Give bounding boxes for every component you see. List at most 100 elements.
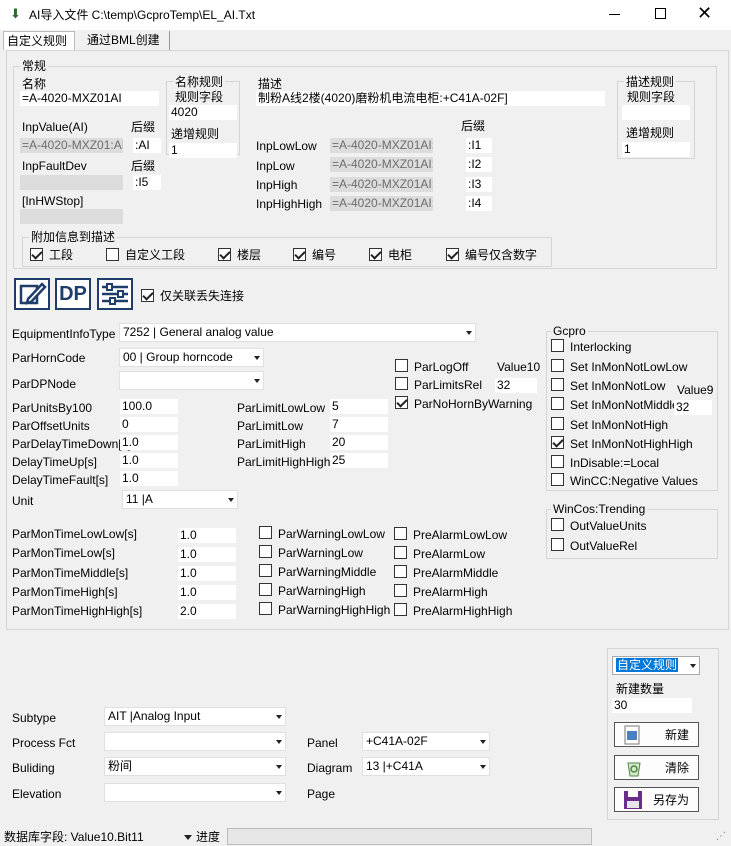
subtype-select[interactable]: AIT |Analog Input bbox=[104, 707, 286, 726]
limit-lowlow-field[interactable]: 5 bbox=[330, 399, 388, 414]
inp-low-label: InpLow bbox=[256, 159, 295, 173]
prealarm-lowlow-checkbox[interactable] bbox=[394, 527, 407, 540]
mon-middle-field[interactable]: 1.0 bbox=[178, 566, 236, 581]
warning-lowlow-checkbox[interactable] bbox=[259, 526, 272, 539]
panel-label: Panel bbox=[307, 736, 338, 750]
building-select[interactable]: 粉间 bbox=[104, 757, 286, 776]
attach-floor-checkbox[interactable] bbox=[218, 248, 231, 261]
maximize-button[interactable] bbox=[655, 8, 666, 19]
set-inmon-highhigh-checkbox[interactable] bbox=[551, 436, 564, 449]
wincc-negative-checkbox[interactable] bbox=[551, 473, 564, 486]
mon-low-field[interactable]: 1.0 bbox=[178, 547, 236, 562]
indisable-local-label: InDisable:=Local bbox=[570, 456, 660, 470]
mon-highhigh-field[interactable]: 2.0 bbox=[178, 604, 236, 619]
panel-select[interactable]: +C41A-02F bbox=[362, 732, 490, 751]
set-inmon-low-checkbox[interactable] bbox=[551, 378, 564, 391]
inp-low-suffix[interactable]: :I2 bbox=[466, 157, 492, 172]
outvalue-rel-label: OutValueRel bbox=[570, 539, 638, 553]
attach-number-checkbox[interactable] bbox=[293, 248, 306, 261]
limit-high-field[interactable]: 20 bbox=[330, 435, 388, 450]
inp-value-label: InpValue(AI) bbox=[22, 120, 88, 134]
set-inmon-middle-checkbox[interactable] bbox=[551, 397, 564, 410]
prealarm-low-checkbox[interactable] bbox=[394, 546, 407, 559]
elevation-select[interactable] bbox=[104, 783, 286, 802]
edit-icon-button[interactable] bbox=[14, 278, 50, 310]
interlocking-checkbox[interactable] bbox=[551, 339, 564, 352]
inp-high-suffix[interactable]: :I3 bbox=[466, 177, 492, 192]
db-field-status: 数据库字段: Value10.Bit11 bbox=[4, 830, 144, 844]
attach-cabinet-checkbox[interactable] bbox=[369, 248, 382, 261]
indisable-local-checkbox[interactable] bbox=[551, 455, 564, 468]
rule-select[interactable]: 自定义规则 bbox=[612, 656, 700, 675]
minimize-button[interactable] bbox=[609, 14, 620, 15]
equipment-select[interactable]: 7252 | General analog value bbox=[119, 323, 476, 342]
progress-dropdown-icon[interactable] bbox=[184, 835, 192, 840]
prealarm-middle-checkbox[interactable] bbox=[394, 565, 407, 578]
parlimitsrel-label: ParLimitsRel bbox=[414, 378, 483, 392]
offset-label: ParOffsetUnits bbox=[12, 419, 90, 433]
dpnode-select[interactable] bbox=[119, 371, 264, 390]
set-inmon-high-checkbox[interactable] bbox=[551, 417, 564, 430]
parlogoff-checkbox[interactable] bbox=[395, 359, 408, 372]
mon-high-label: ParMonTimeHigh[s] bbox=[12, 585, 118, 599]
only-lost-checkbox[interactable] bbox=[141, 289, 154, 302]
inp-lowlow-suffix[interactable]: :I1 bbox=[466, 138, 492, 153]
warning-highhigh-checkbox[interactable] bbox=[259, 602, 272, 615]
new-button[interactable]: 新建 bbox=[614, 722, 699, 747]
name-increment-field[interactable]: 1 bbox=[169, 143, 237, 158]
horn-select[interactable]: 00 | Group horncode bbox=[119, 348, 264, 367]
delay-down-field[interactable]: 1.0 bbox=[120, 435, 178, 450]
value10-label: Value10 bbox=[497, 360, 541, 374]
warning-low-checkbox[interactable] bbox=[259, 545, 272, 558]
delay-fault-field[interactable]: 1.0 bbox=[120, 471, 178, 486]
parlimitsrel-checkbox[interactable] bbox=[395, 377, 408, 390]
chevron-down-icon bbox=[276, 765, 282, 769]
value10-field[interactable]: 32 bbox=[495, 378, 537, 393]
process-select[interactable] bbox=[104, 732, 286, 751]
tab-bml-create[interactable]: 通过BML创建 bbox=[82, 31, 170, 50]
saveas-button[interactable]: 另存为 bbox=[614, 787, 699, 812]
limit-highhigh-field[interactable]: 25 bbox=[330, 453, 388, 468]
value9-field[interactable]: 32 bbox=[674, 400, 712, 415]
attach-section-checkbox[interactable] bbox=[30, 248, 43, 261]
prealarm-high-checkbox[interactable] bbox=[394, 584, 407, 597]
unit-select[interactable]: 11 |A bbox=[122, 490, 238, 509]
desc-field[interactable]: 制粉A线2楼(4020)磨粉机电流电柜:+C41A-02F] bbox=[256, 91, 605, 106]
attach-custom-section-checkbox[interactable] bbox=[106, 248, 119, 261]
warning-middle-checkbox[interactable] bbox=[259, 564, 272, 577]
new-count-field[interactable]: 30 bbox=[612, 698, 692, 713]
name-rule-field[interactable]: 4020 bbox=[169, 105, 237, 120]
set-inmon-lowlow-checkbox[interactable] bbox=[551, 359, 564, 372]
dp-button[interactable]: DP bbox=[55, 278, 91, 310]
warning-high-checkbox[interactable] bbox=[259, 583, 272, 596]
delay-up-field[interactable]: 1.0 bbox=[120, 453, 178, 468]
mon-high-field[interactable]: 1.0 bbox=[178, 585, 236, 600]
close-button[interactable]: ✕ bbox=[697, 2, 712, 24]
resize-grip-icon[interactable]: ⋰ bbox=[716, 831, 726, 843]
desc-rule-field[interactable] bbox=[622, 105, 690, 120]
offset-field[interactable]: 0 bbox=[120, 417, 178, 432]
only-lost-label: 仅关联丢失连接 bbox=[160, 289, 245, 303]
inp-fault-suffix-field[interactable]: :I5 bbox=[133, 175, 161, 190]
diagram-select[interactable]: 13 |+C41A bbox=[362, 757, 490, 776]
set-inmon-high-label: Set InMonNotHigh bbox=[570, 418, 669, 432]
inp-highhigh-suffix[interactable]: :I4 bbox=[466, 196, 492, 211]
limit-low-field[interactable]: 7 bbox=[330, 417, 388, 432]
tab-custom-rule[interactable]: 自定义规则 bbox=[3, 31, 75, 50]
dp-label: DP bbox=[59, 283, 87, 305]
attach-number-digits-checkbox[interactable] bbox=[446, 248, 459, 261]
outvalue-rel-checkbox[interactable] bbox=[551, 538, 564, 551]
prealarm-highhigh-checkbox[interactable] bbox=[394, 603, 407, 616]
clear-button[interactable]: 清除 bbox=[614, 755, 699, 780]
outvalue-units-checkbox[interactable] bbox=[551, 518, 564, 531]
desc-rule-field-label: 规则字段 bbox=[627, 90, 676, 104]
units-field[interactable]: 100.0 bbox=[120, 399, 178, 414]
mon-lowlow-field[interactable]: 1.0 bbox=[178, 528, 236, 543]
desc-increment-field[interactable]: 1 bbox=[622, 142, 690, 157]
set-inmon-low-label: Set InMonNotLow bbox=[570, 379, 666, 393]
settings-button[interactable] bbox=[97, 278, 133, 310]
parnohorn-checkbox[interactable] bbox=[395, 396, 408, 409]
inp-value-suffix-field[interactable]: :AI bbox=[133, 138, 161, 153]
inp-high-label: InpHigh bbox=[256, 178, 298, 192]
name-field[interactable]: =A-4020-MXZ01AI bbox=[20, 91, 159, 106]
